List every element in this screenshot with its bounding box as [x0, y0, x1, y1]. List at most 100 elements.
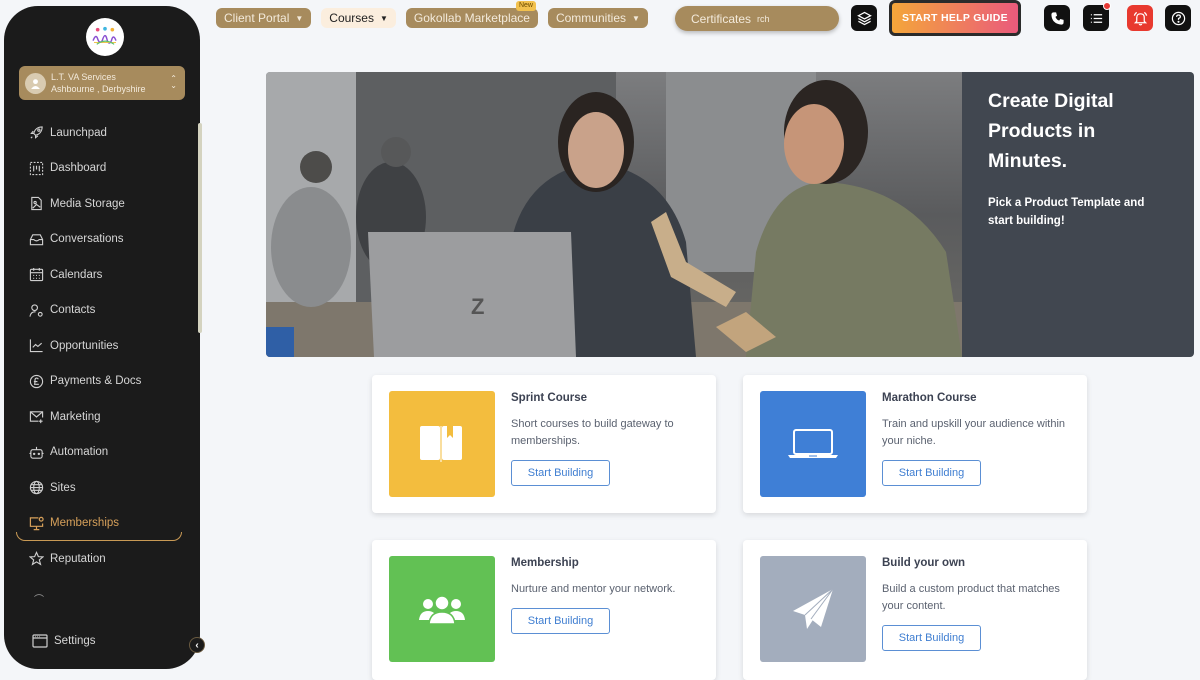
nav-label: Gokollab Marketplace — [413, 11, 530, 25]
sidebar-item-media-storage[interactable]: Media Storage — [4, 186, 200, 222]
calendar-icon — [29, 268, 44, 282]
sidebar-item-label: Opportunities — [50, 339, 119, 352]
phone-button[interactable] — [1044, 5, 1070, 31]
start-building-button[interactable]: Start Building — [511, 460, 610, 486]
nav-courses[interactable]: Courses ▼ — [321, 8, 396, 28]
sidebar-item-automation[interactable]: Automation — [4, 435, 200, 471]
chevron-down-icon: ▼ — [379, 13, 388, 23]
account-location: Ashbourne , Derbyshire — [51, 84, 146, 94]
chevron-down-icon: ▼ — [295, 13, 304, 23]
group-icon — [419, 595, 465, 624]
layers-button[interactable] — [851, 5, 877, 31]
card-tile — [760, 556, 866, 662]
sidebar-item-label: Reputation — [50, 552, 106, 565]
sidebar-item-label: Conversations — [50, 233, 124, 246]
account-avatar — [25, 72, 46, 94]
sidebar-item-sites[interactable]: Sites — [4, 470, 200, 506]
globe-icon — [29, 481, 44, 495]
tasks-button[interactable] — [1083, 2, 1111, 31]
card-title: Build your own — [882, 557, 966, 569]
sidebar-item-payments-docs[interactable]: Payments & Docs — [4, 364, 200, 400]
partial-nav-icon: ⌒ — [34, 595, 44, 606]
layers-icon — [856, 11, 872, 25]
sidebar-item-opportunities[interactable]: Opportunities — [4, 328, 200, 364]
nav-label: Courses — [329, 11, 374, 25]
sidebar-item-settings[interactable]: Settings — [32, 634, 96, 648]
start-building-button[interactable]: Start Building — [511, 608, 610, 634]
card-tile — [389, 391, 495, 497]
chevron-left-icon: ‹ — [195, 639, 199, 651]
sidebar-item-label: Dashboard — [50, 162, 107, 175]
product-card-membership: Membership Nurture and mentor your netwo… — [372, 540, 716, 680]
card-title: Marathon Course — [882, 392, 977, 404]
sidebar-item-label: Launchpad — [50, 126, 107, 139]
sidebar-item-label: Sites — [50, 481, 76, 494]
nav-label: Client Portal — [224, 11, 290, 25]
start-building-button[interactable]: Start Building — [882, 460, 981, 486]
pound-icon — [29, 374, 44, 388]
help-button[interactable] — [1165, 5, 1191, 31]
card-description: Build a custom product that matches your… — [882, 583, 1060, 612]
nav-client-portal[interactable]: Client Portal ▼ — [216, 8, 312, 28]
chevron-updown-icon: ⌃ ⌄ — [170, 74, 177, 90]
contacts-icon — [29, 304, 43, 317]
sidebar-item-dashboard[interactable]: Dashboard — [4, 151, 200, 187]
logo-icon — [92, 26, 117, 45]
sidebar-item-label: Contacts — [50, 304, 96, 317]
notification-dot — [1103, 2, 1111, 10]
sidebar-item-launchpad[interactable]: Launchpad — [4, 115, 200, 151]
sidebar-item-conversations[interactable]: Conversations — [4, 222, 200, 258]
top-nav: Client Portal ▼ Courses ▼ Gokollab Marketp… — [216, 1, 658, 28]
card-title: Membership — [511, 557, 579, 569]
start-help-guide-button[interactable]: START HELP GUIDE — [889, 0, 1021, 36]
nav-label: Communities — [555, 11, 626, 25]
settings-label: Settings — [54, 635, 96, 647]
robot-icon — [29, 446, 44, 459]
hero-banner: Z Create Digital Products in Minutes. Pi… — [266, 72, 1194, 357]
chevron-down-icon: ▼ — [632, 13, 640, 23]
nav-label: Certificates — [691, 11, 752, 26]
nav-gokollab-marketplace[interactable]: Gokollab Marketplace New — [405, 1, 538, 28]
sidebar-item-label: Media Storage — [50, 197, 125, 210]
collapse-sidebar-button[interactable]: ‹ — [189, 637, 205, 653]
sidebar-item-contacts[interactable]: Contacts — [4, 293, 200, 329]
product-card-marathon-course: Marathon Course Train and upskill your a… — [743, 375, 1087, 513]
card-tile — [389, 556, 495, 662]
user-icon — [31, 78, 40, 89]
card-title: Sprint Course — [511, 392, 588, 404]
sidebar-scrollbar[interactable] — [198, 123, 202, 333]
monitor-icon — [29, 516, 44, 530]
bell-icon — [1133, 11, 1147, 25]
start-building-button[interactable]: Start Building — [882, 625, 981, 651]
logo[interactable] — [86, 18, 124, 56]
hero-photo-illustration: Z — [266, 72, 962, 357]
chart-icon — [29, 339, 43, 353]
notifications-button[interactable] — [1127, 5, 1153, 31]
hero-title: Create Digital Products in Minutes. — [988, 90, 1114, 172]
mail-icon — [29, 411, 44, 424]
product-card-sprint-course: Sprint Course Short courses to build gat… — [372, 375, 716, 513]
rocket-icon — [30, 126, 43, 140]
hero-image: Z — [266, 72, 962, 357]
help-icon — [1171, 11, 1185, 25]
account-switcher[interactable]: L.T. VA Services Ashbourne , Derbyshire … — [19, 66, 185, 100]
card-description: Nurture and mentor your network. — [511, 583, 676, 595]
sidebar-item-memberships[interactable]: Memberships — [4, 506, 200, 542]
dashboard-icon — [29, 161, 44, 175]
nav-communities[interactable]: Communities ▼ — [547, 8, 648, 28]
card-description: Short courses to build gateway to member… — [511, 418, 674, 447]
sidebar-item-label: Calendars — [50, 268, 103, 281]
inbox-icon — [29, 234, 44, 245]
card-tile — [760, 391, 866, 497]
sidebar-item-label: Payments & Docs — [50, 375, 142, 388]
nav-certificates[interactable]: Certificates rch — [675, 6, 839, 31]
sidebar-item-marketing[interactable]: Marketing — [4, 399, 200, 435]
sidebar-item-label: Automation — [50, 446, 109, 459]
sidebar-item-label: Marketing — [50, 410, 101, 423]
book-icon — [420, 426, 462, 462]
sidebar-item-calendars[interactable]: Calendars — [4, 257, 200, 293]
phone-icon — [1050, 11, 1064, 25]
hero-subtitle: Pick a Product Template and start buildi… — [988, 197, 1145, 227]
sidebar-item-reputation[interactable]: Reputation — [4, 541, 200, 577]
search-fragment-text: rch — [757, 13, 770, 24]
